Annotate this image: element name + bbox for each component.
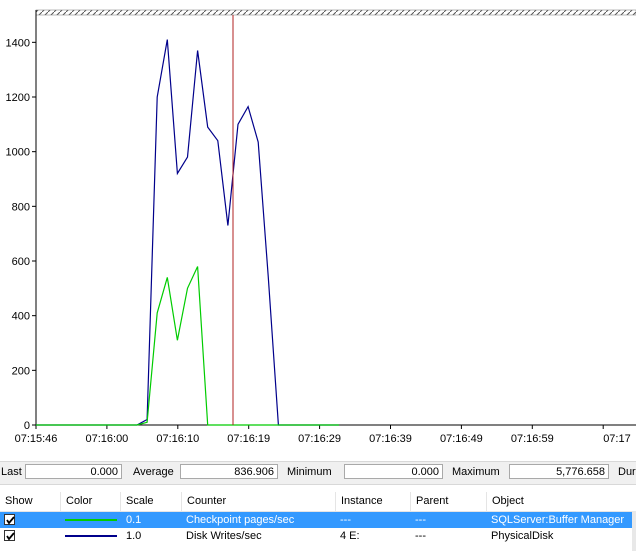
color-swatch — [65, 519, 117, 521]
parent-cell: --- — [415, 514, 426, 526]
counter-row-checkpoint-pages[interactable]: 0.1 Checkpoint pages/sec --- --- SQLServ… — [0, 512, 636, 528]
y-tick-label: 1400 — [6, 37, 30, 49]
maximum-value: 5,776.658 — [509, 464, 609, 479]
x-tick-label: 07:16:29 — [298, 433, 341, 445]
column-header-object[interactable]: Object — [487, 492, 636, 511]
show-checkbox[interactable] — [4, 514, 15, 525]
counter-row-disk-writes[interactable]: 1.0 Disk Writes/sec 4 E: --- PhysicalDis… — [0, 528, 636, 544]
column-header-color[interactable]: Color — [61, 492, 121, 511]
y-tick-label: 200 — [12, 365, 30, 377]
x-tick-label: 07:17 — [603, 433, 631, 445]
minimum-value: 0.000 — [344, 464, 443, 479]
column-header-instance[interactable]: Instance — [336, 492, 411, 511]
list-scrollbar[interactable] — [632, 511, 636, 551]
statistics-bar: Last 0.000 Average 836.906 Minimum 0.000… — [0, 461, 636, 485]
duration-label: Dur — [618, 466, 636, 478]
last-label: Last — [1, 466, 22, 478]
x-tick-label: 07:16:59 — [511, 433, 554, 445]
minimum-label: Minimum — [287, 466, 332, 478]
column-header-scale[interactable]: Scale — [121, 492, 182, 511]
counter-cell: Disk Writes/sec — [186, 530, 262, 542]
performance-graph[interactable]: 0 200 400 600 800 1000 1200 1400 07:15:46 07:16:… — [0, 0, 636, 460]
average-label: Average — [133, 466, 174, 478]
line-chart: 0 200 400 600 800 1000 1200 1400 07:15:46 07:16:… — [6, 9, 636, 445]
object-cell: SQLServer:Buffer Manager — [491, 514, 625, 526]
series-line-checkpoint-pages-sec — [36, 266, 339, 426]
show-checkbox[interactable] — [4, 530, 15, 541]
scale-cell: 1.0 — [126, 530, 142, 542]
column-header-counter[interactable]: Counter — [182, 492, 336, 511]
counter-list[interactable]: Show Color Scale Counter Instance Parent… — [0, 492, 636, 551]
x-tick-label: 07:16:00 — [85, 433, 128, 445]
scale-cell: 0.1 — [126, 514, 142, 526]
y-tick-label: 0 — [24, 420, 30, 432]
counter-cell: Checkpoint pages/sec — [186, 514, 295, 526]
x-tick-label: 07:16:49 — [440, 433, 483, 445]
object-cell: PhysicalDisk — [491, 530, 554, 542]
column-header-parent[interactable]: Parent — [411, 492, 487, 511]
average-value: 836.906 — [180, 464, 278, 479]
y-tick-label: 600 — [12, 256, 30, 268]
maximum-label: Maximum — [452, 466, 500, 478]
column-header-show[interactable]: Show — [0, 492, 61, 511]
parent-cell: --- — [415, 530, 426, 542]
counter-list-header: Show Color Scale Counter Instance Parent… — [0, 492, 636, 512]
y-tick-label: 400 — [12, 311, 30, 323]
instance-cell: --- — [340, 514, 351, 526]
last-value: 0.000 — [25, 464, 122, 479]
y-tick-label: 1000 — [6, 147, 30, 159]
x-tick-label: 07:16:19 — [227, 433, 270, 445]
x-tick-label: 07:16:39 — [369, 433, 412, 445]
x-tick-label: 07:16:10 — [156, 433, 199, 445]
instance-cell: 4 E: — [340, 530, 360, 542]
y-tick-label: 800 — [12, 201, 30, 213]
time-range-bar — [35, 9, 636, 16]
checkmark-icon — [6, 516, 15, 525]
series-line-disk-writes-sec — [36, 39, 339, 426]
color-swatch — [65, 535, 117, 537]
x-tick-label: 07:15:46 — [15, 433, 58, 445]
y-tick-label: 1200 — [6, 92, 30, 104]
checkmark-icon — [6, 532, 15, 541]
